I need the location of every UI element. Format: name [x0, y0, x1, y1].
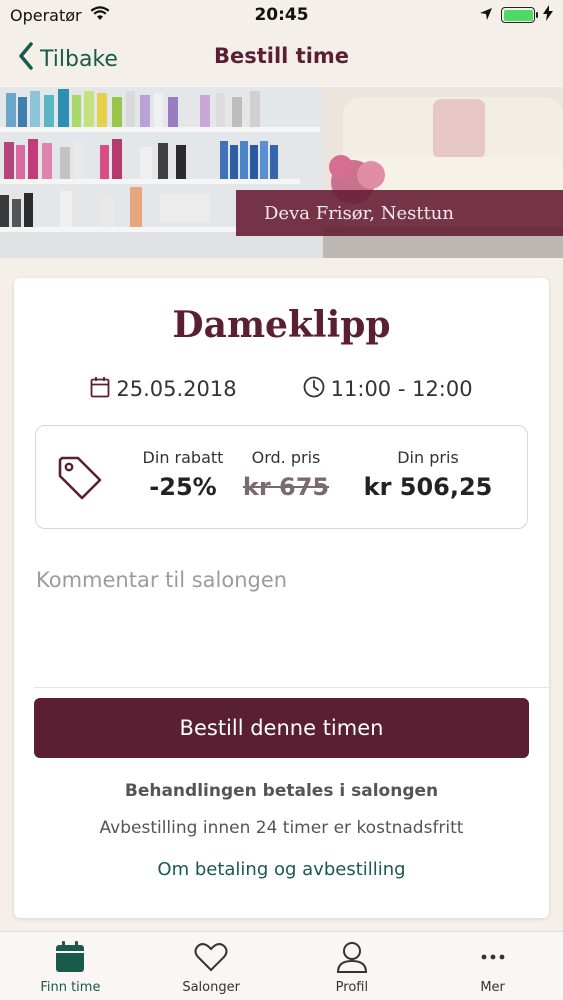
divider [34, 687, 549, 688]
booking-date: 25.05.2018 [90, 374, 237, 404]
status-bar: Operatør 20:45 [0, 0, 563, 30]
tab-salonger[interactable]: Salonger [141, 932, 282, 1000]
booking-time: 11:00 - 12:00 [303, 374, 473, 404]
price-summary: Din rabatt -25% Ord. pris kr 675 Din pri… [35, 425, 528, 529]
tab-label: Profil [335, 980, 369, 995]
payment-cancellation-link[interactable]: Om betaling og avbestilling [14, 859, 549, 880]
chevron-left-icon [18, 42, 34, 76]
discount-column: Din rabatt -25% [128, 448, 238, 501]
time-text: 11:00 - 12:00 [330, 377, 473, 401]
tab-label: Mer [480, 980, 505, 995]
person-icon [335, 940, 369, 974]
price-tag-icon [56, 454, 104, 502]
calendar-icon [53, 940, 87, 974]
tab-label: Salonger [182, 980, 240, 995]
cancellation-note: Avbestilling innen 24 timer er kostnadsf… [99, 818, 464, 838]
ordinary-price-column: Ord. pris kr 675 [236, 448, 336, 501]
tab-profil[interactable]: Profil [282, 932, 423, 1000]
discount-value: -25% [149, 473, 217, 501]
back-button[interactable]: Tilbake [18, 42, 118, 76]
location-arrow-icon [479, 6, 493, 25]
date-text: 25.05.2018 [116, 377, 237, 401]
tab-mer[interactable]: Mer [422, 932, 563, 1000]
booking-card: Dameklipp 25.05.2018 11:00 - 12:00 Din r… [14, 278, 549, 918]
status-left: Operatør [10, 6, 110, 25]
salon-hero-image: Deva Frisør, Nesttun [0, 87, 563, 258]
tab-finn-time[interactable]: Finn time [0, 932, 141, 1000]
clock-icon [303, 376, 325, 403]
ordinary-price-value: kr 675 [242, 473, 330, 501]
salon-comment-field[interactable] [34, 558, 549, 688]
navigation-bar: Tilbake Bestill time [0, 30, 563, 87]
salon-name-banner: Deva Frisør, Nesttun [236, 190, 563, 236]
heart-icon [194, 940, 228, 974]
calendar-outline-icon [90, 376, 110, 403]
your-price-label: Din pris [397, 448, 459, 467]
book-appointment-button[interactable]: Bestill denne timen [34, 698, 529, 758]
status-right [479, 5, 553, 25]
your-price-column: Din pris kr 506,25 [358, 448, 498, 501]
carrier-label: Operatør [10, 5, 82, 25]
tab-bar: Finn time Salonger Profil Mer [0, 931, 563, 1000]
back-label: Tilbake [40, 46, 118, 72]
service-title: Dameklipp [172, 304, 391, 346]
more-icon [476, 940, 510, 974]
ordinary-price-label: Ord. pris [251, 448, 321, 467]
battery-icon [501, 7, 538, 23]
wifi-icon [90, 5, 110, 25]
booking-datetime: 25.05.2018 11:00 - 12:00 [14, 374, 549, 404]
payment-note: Behandlingen betales i salongen [124, 781, 439, 801]
discount-label: Din rabatt [142, 448, 224, 467]
your-price-value: kr 506,25 [363, 473, 493, 501]
tab-label: Finn time [40, 980, 101, 995]
charging-icon [543, 5, 553, 25]
